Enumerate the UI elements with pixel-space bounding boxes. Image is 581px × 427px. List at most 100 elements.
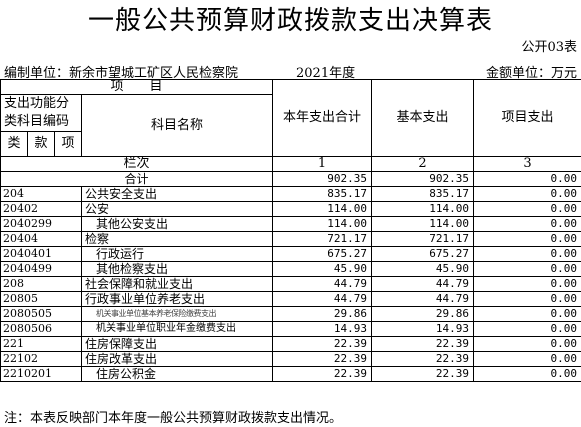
table-row: 20402 公安 114.00 114.00 0.00: [0, 201, 581, 217]
row-name: 公安: [80, 201, 274, 217]
row-name: 公共安全支出: [80, 186, 274, 202]
total-label: 合计: [0, 171, 274, 187]
row-total: 22.39: [272, 366, 373, 382]
row-project: 0.00: [473, 306, 581, 322]
row-code: 2040299: [0, 216, 82, 232]
col-total-header: 本年支出合计: [272, 79, 373, 157]
row-project: 0.00: [473, 246, 581, 262]
row-name: 行政事业单位养老支出: [80, 291, 274, 307]
row-code: 20402: [0, 201, 82, 217]
row-code: 22102: [0, 351, 82, 367]
row-code: 2080506: [0, 321, 82, 337]
row-basic: 22.39: [371, 366, 475, 382]
row-basic: 45.90: [371, 261, 475, 277]
xiang-header: 项: [54, 131, 82, 157]
table-row: 2080505 机关事业单位基本养老保险缴费支出 29.86 29.86 0.0…: [0, 306, 581, 322]
row-basic: 14.93: [371, 321, 475, 337]
row-name: 社会保障和就业支出: [80, 276, 274, 292]
row-code: 20805: [0, 291, 82, 307]
row-project: 0.00: [473, 186, 581, 202]
row-basic: 22.39: [371, 351, 475, 367]
row-name: 住房改革支出: [80, 351, 274, 367]
row-total: 835.17: [272, 186, 373, 202]
total-project: 0.00: [473, 171, 581, 187]
row-total: 22.39: [272, 336, 373, 352]
table-row: 2040499 其他检察支出 45.90 45.90 0.00: [0, 261, 581, 277]
row-total: 44.79: [272, 276, 373, 292]
row-total: 22.39: [272, 351, 373, 367]
row-name: 机关事业单位基本养老保险缴费支出: [80, 306, 274, 322]
table-row: 20404 检察 721.17 721.17 0.00: [0, 231, 581, 247]
col-number-2: 2: [371, 156, 475, 172]
table-row: 2080506 机关事业单位职业年金缴费支出 14.93 14.93 0.00: [0, 321, 581, 337]
row-basic: 44.79: [371, 291, 475, 307]
total-amount: 902.35: [272, 171, 373, 187]
row-total: 675.27: [272, 246, 373, 262]
row-name: 其他检察支出: [80, 261, 274, 277]
row-name: 住房保障支出: [80, 336, 274, 352]
row-name: 其他公安支出: [80, 216, 274, 232]
row-name: 机关事业单位职业年金缴费支出: [80, 321, 274, 337]
table-row: 208 社会保障和就业支出 44.79 44.79 0.00: [0, 276, 581, 292]
row-code: 2040499: [0, 261, 82, 277]
row-project: 0.00: [473, 201, 581, 217]
col-number-3: 3: [473, 156, 581, 172]
col-number-1: 1: [272, 156, 373, 172]
col-basic-header: 基本支出: [371, 79, 475, 157]
table-row: 22102 住房改革支出 22.39 22.39 0.00: [0, 351, 581, 367]
row-total: 14.93: [272, 321, 373, 337]
total-basic: 902.35: [371, 171, 475, 187]
row-total: 114.00: [272, 216, 373, 232]
table-row: 2040299 其他公安支出 114.00 114.00 0.00: [0, 216, 581, 232]
row-basic: 721.17: [371, 231, 475, 247]
row-code: 2040401: [0, 246, 82, 262]
footnote: 注：本表反映部门本年度一般公共预算财政拨款支出情况。: [4, 411, 343, 426]
row-name: 住房公积金: [80, 366, 274, 382]
row-total: 45.90: [272, 261, 373, 277]
lei-header: 类: [0, 131, 28, 157]
row-code: 208: [0, 276, 82, 292]
row-project: 0.00: [473, 291, 581, 307]
row-name: 检察: [80, 231, 274, 247]
row-total: 721.17: [272, 231, 373, 247]
name-header: 科目名称: [80, 94, 274, 157]
row-code: 204: [0, 186, 82, 202]
row-project: 0.00: [473, 351, 581, 367]
lanci-label: 栏次: [0, 156, 274, 172]
row-total: 114.00: [272, 201, 373, 217]
expenditure-table: 项 目 本年支出合计 基本支出 项目支出 支出功能分类科目编码 科目名称 类 款…: [0, 79, 581, 382]
row-basic: 22.39: [371, 336, 475, 352]
row-total: 29.86: [272, 306, 373, 322]
row-basic: 114.00: [371, 201, 475, 217]
row-project: 0.00: [473, 276, 581, 292]
row-project: 0.00: [473, 231, 581, 247]
table-row: 2210201 住房公积金 22.39 22.39 0.00: [0, 366, 581, 382]
table-row: 2040401 行政运行 675.27 675.27 0.00: [0, 246, 581, 262]
row-code: 20404: [0, 231, 82, 247]
row-project: 0.00: [473, 216, 581, 232]
row-basic: 29.86: [371, 306, 475, 322]
table-row: 20805 行政事业单位养老支出 44.79 44.79 0.00: [0, 291, 581, 307]
row-total: 44.79: [272, 291, 373, 307]
row-basic: 835.17: [371, 186, 475, 202]
row-name: 行政运行: [80, 246, 274, 262]
table-row: 221 住房保障支出 22.39 22.39 0.00: [0, 336, 581, 352]
row-basic: 675.27: [371, 246, 475, 262]
row-project: 0.00: [473, 261, 581, 277]
row-project: 0.00: [473, 321, 581, 337]
item-header: 项 目: [0, 79, 274, 95]
total-row: 合计 902.35 902.35 0.00: [0, 171, 581, 187]
table-row: 204 公共安全支出 835.17 835.17 0.00: [0, 186, 581, 202]
row-code: 2080505: [0, 306, 82, 322]
form-number: 公开03表: [521, 40, 577, 55]
row-project: 0.00: [473, 366, 581, 382]
code-group-header: 支出功能分类科目编码: [0, 94, 82, 132]
row-code: 221: [0, 336, 82, 352]
row-basic: 44.79: [371, 276, 475, 292]
kuan-header: 款: [27, 131, 55, 157]
unit-info-row: 编制单位：新余市望城工矿区人民检察院 2021年度 金额单位：万元: [0, 60, 581, 81]
row-project: 0.00: [473, 336, 581, 352]
row-code: 2210201: [0, 366, 82, 382]
col-project-header: 项目支出: [473, 79, 581, 157]
row-basic: 114.00: [371, 216, 475, 232]
